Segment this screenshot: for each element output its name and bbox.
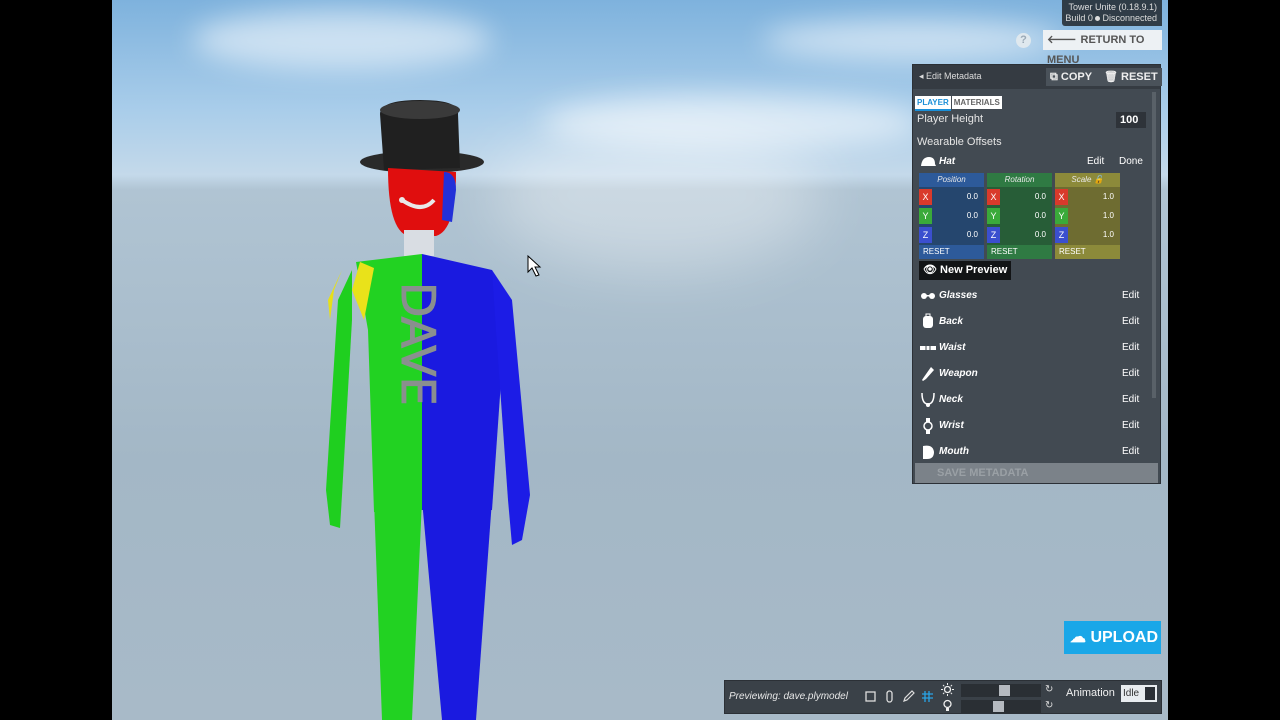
pencil-icon[interactable]: [902, 690, 915, 703]
glasses-icon: [921, 293, 935, 299]
square-icon[interactable]: [864, 690, 877, 703]
preview-bar: Previewing: dave.plymodel ↻ ↻ Animation …: [724, 680, 1162, 714]
hat-edit-button[interactable]: Edit: [1087, 156, 1104, 167]
glasses-edit-button[interactable]: Edit: [1122, 290, 1139, 301]
animation-label: Animation: [1066, 687, 1115, 699]
new-preview-button[interactable]: 👁 New Preview: [919, 261, 1011, 280]
scale-group: Scale 🔓 X 1.0 Y 1.0 Z 1.0 RESET: [1055, 173, 1120, 259]
save-metadata-button[interactable]: SAVE METADATA: [915, 463, 1158, 483]
position-x-input[interactable]: 0.0: [932, 189, 984, 205]
rotation-group: Rotation X 0.0 Y 0.0 Z 0.0 RESET: [987, 173, 1052, 259]
wearable-label-waist: Waist: [939, 342, 966, 353]
rotation-z-input[interactable]: 0.0: [1000, 227, 1052, 243]
position-group: Position X 0.0 Y 0.0 Z 0.0 RESET: [919, 173, 984, 259]
backpack-icon: [923, 313, 933, 328]
axis-y-label: Y: [1055, 208, 1068, 224]
grid-icon[interactable]: [921, 690, 934, 703]
back-edit-button[interactable]: Edit: [1122, 316, 1139, 327]
axis-z-label: Z: [919, 227, 932, 243]
upload-button[interactable]: ☁ UPLOAD: [1064, 621, 1161, 654]
hat-label: Hat: [939, 156, 956, 167]
waist-edit-button[interactable]: Edit: [1122, 342, 1139, 353]
trash-icon: 🗑: [1104, 71, 1118, 83]
wearable-label-wrist: Wrist: [939, 420, 964, 431]
shadow-slider[interactable]: [961, 700, 1041, 713]
position-reset-button[interactable]: RESET: [919, 245, 984, 259]
weapon-icon: [922, 367, 934, 381]
mouse-cursor: [527, 254, 542, 277]
light-slider[interactable]: [961, 684, 1041, 697]
build-label: Build 0: [1065, 13, 1093, 23]
eye-icon: 👁: [923, 264, 937, 276]
axis-x-label: X: [1055, 189, 1068, 205]
weapon-edit-button[interactable]: Edit: [1122, 368, 1139, 379]
wearable-label-back: Back: [939, 316, 963, 327]
reset-shadow-icon[interactable]: ↻: [1045, 700, 1053, 711]
tab-materials[interactable]: MATERIALS: [951, 96, 1002, 109]
cloud-upload-icon: ☁: [1070, 629, 1086, 646]
axis-x-label: X: [987, 189, 1000, 205]
connection-status: Disconnected: [1102, 13, 1157, 23]
hat-icon: [921, 157, 936, 166]
neck-edit-button[interactable]: Edit: [1122, 394, 1139, 405]
wearable-label-neck: Neck: [939, 394, 963, 405]
reset-button[interactable]: 🗑 RESET: [1100, 68, 1162, 86]
scale-y-input[interactable]: 1.0: [1068, 208, 1120, 224]
wearable-label-glasses: Glasses: [939, 290, 978, 301]
axis-z-label: Z: [1055, 227, 1068, 243]
rotation-label: Rotation: [987, 173, 1052, 187]
wearable-label-mouth: Mouth: [939, 446, 969, 457]
axis-z-label: Z: [987, 227, 1000, 243]
scale-label: Scale 🔓: [1055, 173, 1120, 187]
axis-y-label: Y: [987, 208, 1000, 224]
hat-done-button[interactable]: Done: [1119, 156, 1143, 167]
reset-light-icon[interactable]: ↻: [1045, 684, 1053, 695]
wearable-label-weapon: Weapon: [939, 368, 978, 379]
sun-icon: [941, 683, 954, 696]
axis-y-label: Y: [919, 208, 932, 224]
status-dot-icon: [1095, 16, 1101, 22]
edit-metadata-panel: ◂ Edit Metadata ⧉ COPY 🗑 RESET PLAYER MAT…: [912, 64, 1162, 484]
3d-viewport[interactable]: DAVE Tower Unite (0.18.9.1) Build 0 Disc…: [112, 0, 1168, 720]
position-label: Position: [919, 173, 984, 187]
version-info: Tower Unite (0.18.9.1) Build 0 Disconnec…: [1062, 0, 1162, 26]
mouth-icon: [923, 445, 934, 459]
chevron-down-icon: [1145, 687, 1155, 700]
position-y-input[interactable]: 0.0: [932, 208, 984, 224]
animation-select[interactable]: Idle: [1121, 685, 1157, 702]
player-height-label: Player Height: [917, 113, 984, 125]
capsule-icon[interactable]: [883, 690, 896, 703]
wearable-offsets-label: Wearable Offsets: [917, 136, 1002, 148]
rotation-y-input[interactable]: 0.0: [1000, 208, 1052, 224]
panel-title: ◂ Edit Metadata: [919, 71, 982, 81]
panel-header: ◂ Edit Metadata ⧉ COPY 🗑 RESET: [913, 65, 1162, 89]
scale-x-input[interactable]: 1.0: [1068, 189, 1120, 205]
panel-scrollbar[interactable]: [1152, 92, 1156, 398]
mouth-edit-button[interactable]: Edit: [1122, 446, 1139, 457]
arrow-left-icon: 🡐: [1047, 34, 1077, 46]
previewing-label: Previewing: dave.plymodel: [729, 691, 848, 702]
necklace-icon: [921, 392, 935, 407]
position-z-input[interactable]: 0.0: [932, 227, 984, 243]
lock-icon[interactable]: 🔓: [1094, 175, 1104, 184]
help-button[interactable]: ?: [1016, 33, 1031, 48]
slider-knob[interactable]: [998, 685, 1010, 696]
rotation-x-input[interactable]: 0.0: [1000, 189, 1052, 205]
copy-icon: ⧉: [1050, 71, 1058, 83]
model-name-text: DAVE: [391, 282, 445, 406]
rotation-reset-button[interactable]: RESET: [987, 245, 1052, 259]
version-title: Tower Unite (0.18.9.1): [1068, 2, 1157, 12]
lightbulb-icon: [943, 699, 952, 711]
copy-button[interactable]: ⧉ COPY: [1046, 68, 1102, 86]
watch-icon: [923, 418, 933, 434]
scale-reset-button[interactable]: RESET: [1055, 245, 1120, 259]
return-to-menu-button[interactable]: 🡐 RETURN TO MENU: [1043, 30, 1162, 66]
belt-icon: [920, 344, 936, 352]
tab-player[interactable]: PLAYER: [915, 96, 951, 111]
wrist-edit-button[interactable]: Edit: [1122, 420, 1139, 431]
axis-x-label: X: [919, 189, 932, 205]
player-height-input[interactable]: 100: [1116, 112, 1146, 128]
slider-knob[interactable]: [992, 701, 1004, 712]
scale-z-input[interactable]: 1.0: [1068, 227, 1120, 243]
